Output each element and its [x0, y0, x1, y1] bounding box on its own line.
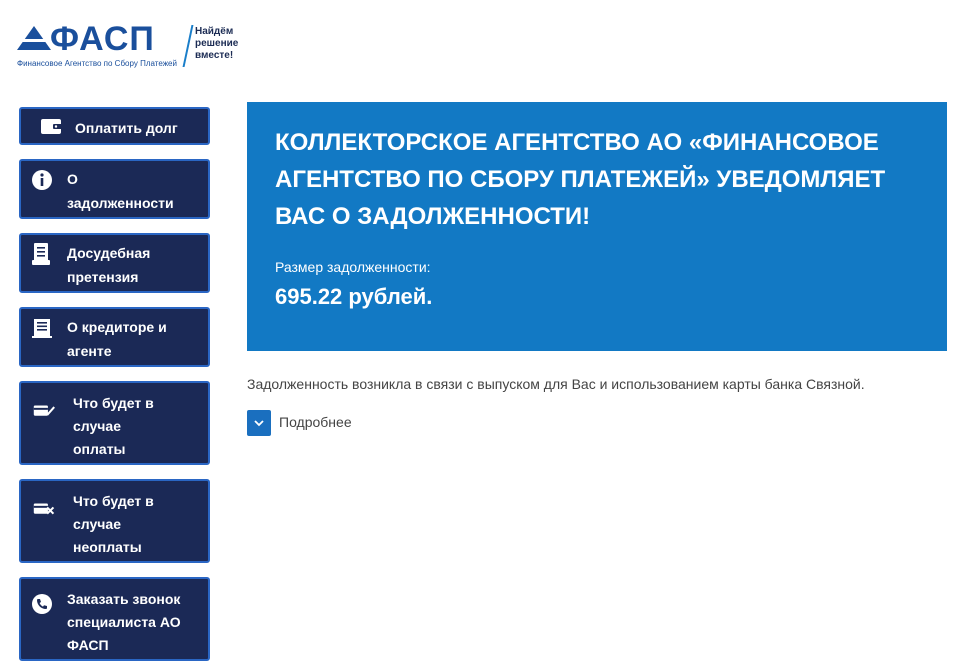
logo[interactable]: ФАСП Финансовое Агентство по Сбору Плате…	[17, 22, 247, 72]
sidebar-item-label: О кредиторе и	[67, 319, 167, 335]
debt-amount: 695.22 рублей.	[275, 284, 433, 309]
sidebar-item-label: агенте	[67, 343, 112, 359]
debt-amount-label: Размер задолженности:	[275, 259, 431, 275]
sidebar-item-label: ФАСП	[67, 637, 109, 653]
logo-triangle-icon	[17, 26, 51, 50]
banner-title: КОЛЛЕКТОРСКОЕ АГЕНТСТВО АО «ФИНАНСОВОЕ А…	[275, 129, 886, 230]
sidebar-item-pretrial-claim[interactable]: Досудебная претензия	[19, 233, 210, 293]
logo-text: ФАСП	[50, 20, 155, 58]
pay-debt-button[interactable]: Оплатить долг	[19, 107, 210, 145]
more-details-label: Подробнее	[279, 414, 352, 430]
debt-reason-text: Задолженность возникла в связи с выпуско…	[247, 376, 865, 392]
sidebar-item-if-paid[interactable]: Что будет в случае оплаты	[19, 381, 210, 465]
slogan-line: решение	[195, 38, 239, 49]
phone-icon	[31, 593, 53, 615]
sidebar-item-label: Досудебная	[67, 245, 151, 261]
sidebar-item-label: претензия	[67, 269, 139, 285]
sidebar-item-label: случае	[73, 418, 121, 434]
slogan: Найдём решение вместе!	[195, 26, 238, 62]
sidebar-item-label: оплаты	[73, 441, 126, 457]
sidebar-item-label: Заказать звонок	[67, 591, 181, 607]
slogan-line: вместе!	[195, 50, 234, 61]
sidebar-item-label: Что будет в	[73, 493, 154, 509]
chevron-down-icon[interactable]	[247, 410, 271, 436]
sidebar-item-if-not-paid[interactable]: Что будет в случае неоплаты	[19, 479, 210, 563]
info-icon	[31, 169, 53, 191]
order-call-button[interactable]: Заказать звонок специалиста АО ФАСП	[19, 577, 210, 661]
card-cross-icon	[33, 498, 55, 520]
sidebar-item-label: специалиста АО	[67, 614, 181, 630]
sidebar-item-label: О	[67, 171, 78, 187]
card-check-icon	[33, 400, 55, 422]
sidebar-item-label: случае	[73, 516, 121, 532]
logo-subtitle: Финансовое Агентство по Сбору Платежей	[17, 59, 177, 68]
sidebar-item-label: задолженности	[67, 195, 174, 211]
debt-notice-banner: КОЛЛЕКТОРСКОЕ АГЕНТСТВО АО «ФИНАНСОВОЕ А…	[247, 102, 947, 351]
wallet-icon	[40, 115, 62, 137]
document-icon	[31, 243, 53, 265]
building-icon	[31, 317, 53, 339]
sidebar-item-label: неоплаты	[73, 539, 142, 555]
sidebar-item-label: Что будет в	[73, 395, 154, 411]
sidebar-item-label: Оплатить долг	[75, 120, 178, 136]
sidebar-item-about-debt[interactable]: О задолженности	[19, 159, 210, 219]
sidebar-item-creditor-agent[interactable]: О кредиторе и агенте	[19, 307, 210, 367]
slogan-line: Найдём	[195, 26, 234, 37]
logo-divider	[182, 25, 194, 67]
